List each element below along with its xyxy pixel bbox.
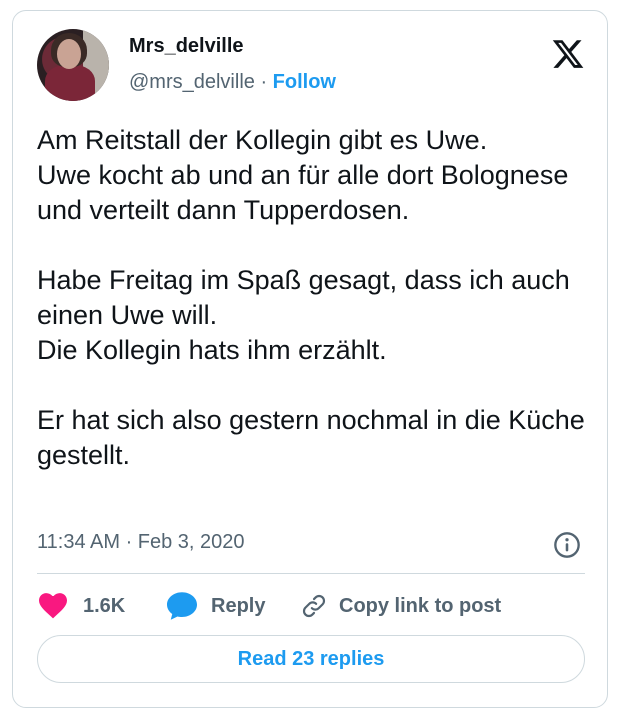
tweet-card: Mrs_delville @mrs_delville · Follow Am R… <box>12 10 608 708</box>
author-handle[interactable]: @mrs_delville <box>129 71 255 93</box>
timestamp[interactable]: 11:34 AM · Feb 3, 2020 <box>37 531 245 554</box>
follow-button[interactable]: Follow <box>273 71 336 93</box>
author-handle-row: @mrs_delville · Follow <box>129 71 336 94</box>
reply-label: Reply <box>211 594 266 617</box>
avatar[interactable] <box>37 29 109 101</box>
read-replies-label: Read 23 replies <box>237 647 385 670</box>
divider <box>37 573 585 574</box>
tweet-text: Am Reitstall der Kollegin gibt es Uwe. U… <box>37 125 585 470</box>
link-icon <box>302 594 326 618</box>
separator: · <box>254 71 273 93</box>
info-icon[interactable] <box>553 531 581 559</box>
reply-button[interactable]: Reply <box>167 591 265 621</box>
like-count: 1.6K <box>83 594 126 617</box>
x-logo-icon[interactable] <box>551 37 585 71</box>
heart-icon <box>39 593 67 619</box>
speech-bubble-icon <box>167 592 197 620</box>
copy-link-label: Copy link to post <box>339 594 502 617</box>
copy-link-button[interactable]: Copy link to post <box>301 591 501 621</box>
read-replies-button[interactable]: Read 23 replies <box>37 635 585 683</box>
like-button[interactable]: 1.6K <box>39 591 125 621</box>
author-name[interactable]: Mrs_delville <box>129 35 244 58</box>
